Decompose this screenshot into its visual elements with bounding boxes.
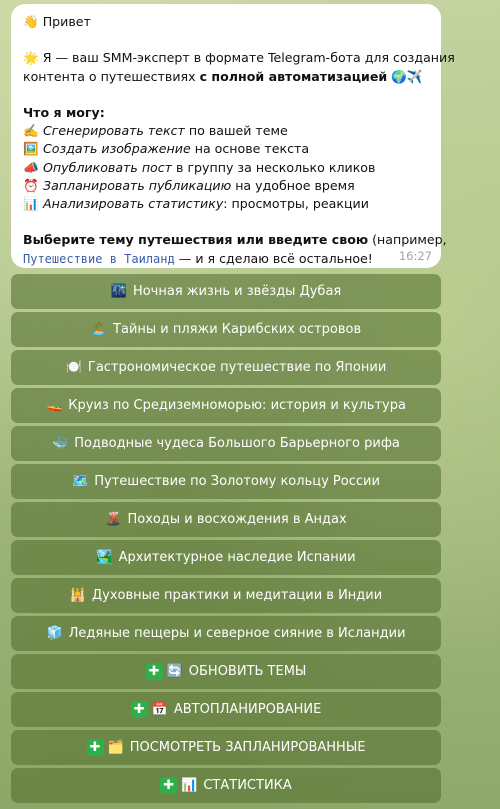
bar-chart-icon: 📊 (23, 196, 39, 211)
plus-icon: ✚ (160, 777, 178, 794)
bot-message-bubble: 👋 Привет 🌟 Я — ваш SMM-эксперт в формате… (11, 4, 455, 268)
intro-text-2: контента о путешествиях (23, 68, 200, 84)
topic-button-india[interactable]: 🕌 Духовные практики и медитации в Индии (11, 578, 441, 613)
intro-bold-text: с полной автоматизацией (199, 68, 388, 84)
landscape-icon: 🏞️ (96, 550, 113, 565)
map-icon: 🗺️ (72, 474, 89, 489)
abilities-title: Что я могу: (23, 104, 105, 120)
cta-bold-text: Выберите тему путешествия или введите св… (23, 232, 369, 248)
refresh-topics-button[interactable]: ✚ 🔄 ОБНОВИТЬ ТЕМЫ (11, 654, 441, 689)
night-city-icon: 🌃 (110, 284, 127, 299)
megaphone-icon: 📣 (23, 159, 39, 175)
writing-hand-icon: ✍️ (23, 123, 39, 139)
waving-hand-icon: 👋 (23, 14, 39, 29)
ice-icon: 🧊 (46, 626, 63, 641)
greeting-line: 👋 Привет (23, 13, 431, 31)
picture-icon: 🖼️ (23, 141, 39, 157)
greeting-text: Привет (42, 14, 91, 29)
message-time: 16:27 (398, 248, 432, 263)
plate-cutlery-icon: 🍽️ (65, 360, 82, 375)
ability-item: ⏰ Запланировать публикацию на удобное вре… (23, 177, 431, 195)
topic-button-golden-ring[interactable]: 🗺️ Путешествие по Золотому кольцу России (11, 464, 441, 499)
sparkle-star-icon: 🌟 (23, 50, 39, 66)
intro-line-2: контента о путешествиях с полной автомат… (23, 68, 431, 86)
abilities-list: ✍️ Сгенерировать текст по вашей теме 🖼️ Со… (23, 122, 431, 213)
topic-button-iceland[interactable]: 🧊 Ледяные пещеры и северное сияние в Исла… (11, 616, 441, 651)
island-icon: 🏝️ (90, 322, 108, 337)
ability-item: ✍️ Сгенерировать текст по вашей теме (23, 122, 431, 140)
topic-button-caribbean[interactable]: 🏝️ Тайны и пляжи Карибских островов (11, 312, 441, 347)
folder-icon: 🗂️ (107, 740, 124, 755)
calendar-icon: 📅 (151, 702, 168, 717)
intro-text-1: Я — ваш SMM-эксперт в формате Telegram-б… (42, 50, 455, 66)
autoplanning-button[interactable]: ✚ 📅 АВТОПЛАНИРОВАНИЕ (11, 692, 441, 727)
globe-plane-icon: 🌍✈️ (387, 68, 423, 84)
ability-item: 📣 Опубликовать пост в группу за несколько… (23, 159, 431, 177)
bar-chart-icon: 📊 (181, 778, 198, 793)
intro-line-1: 🌟 Я — ваш SMM-эксперт в формате Telegram… (23, 49, 455, 67)
plus-icon: ✚ (130, 701, 148, 718)
cta-line-1: Выберите тему путешествия или введите св… (23, 232, 447, 248)
mosque-icon: 🕌 (69, 588, 86, 603)
topic-button-japan[interactable]: 🍽️ Гастрономическое путешествие по Японии (11, 350, 441, 385)
plus-icon: ✚ (145, 663, 163, 680)
alarm-clock-icon: ⏰ (23, 177, 39, 193)
topic-button-barrier-reef[interactable]: 🐳 Подводные чудеса Большого Барьерного ри… (11, 426, 441, 461)
boat-icon: 🚤 (46, 398, 63, 413)
ability-item: 📊 Анализировать статистику: просмотры, ре… (23, 195, 431, 213)
topic-button-mediterranean[interactable]: 🚤 Круиз по Средиземноморью: история и кул… (11, 388, 441, 423)
refresh-icon: 🔄 (166, 664, 183, 679)
ability-item: 🖼️ Создать изображение на основе текста (23, 140, 431, 158)
volcano-icon: 🌋 (105, 512, 122, 527)
view-scheduled-button[interactable]: ✚ 🗂️ ПОСМОТРЕТЬ ЗАПЛАНИРОВАННЫЕ (11, 730, 441, 765)
topic-button-spain[interactable]: 🏞️ Архитектурное наследие Испании (11, 540, 441, 575)
statistics-button[interactable]: ✚ 📊 СТАТИСТИКА (11, 768, 441, 803)
plus-icon: ✚ (86, 739, 104, 756)
inline-keyboard: 🌃 Ночная жизнь и звёзды Дубая 🏝️ Тайны и п… (11, 274, 441, 806)
whale-icon: 🐳 (52, 436, 69, 451)
topic-button-andes[interactable]: 🌋 Походы и восхождения в Андах (11, 502, 441, 537)
topic-button-dubai[interactable]: 🌃 Ночная жизнь и звёзды Дубая (11, 274, 441, 309)
cta-example-code[interactable]: Путешествие в Таиланд (23, 252, 175, 266)
cta-line-2: Путешествие в Таиланд — и я сделаю всё о… (23, 250, 373, 266)
